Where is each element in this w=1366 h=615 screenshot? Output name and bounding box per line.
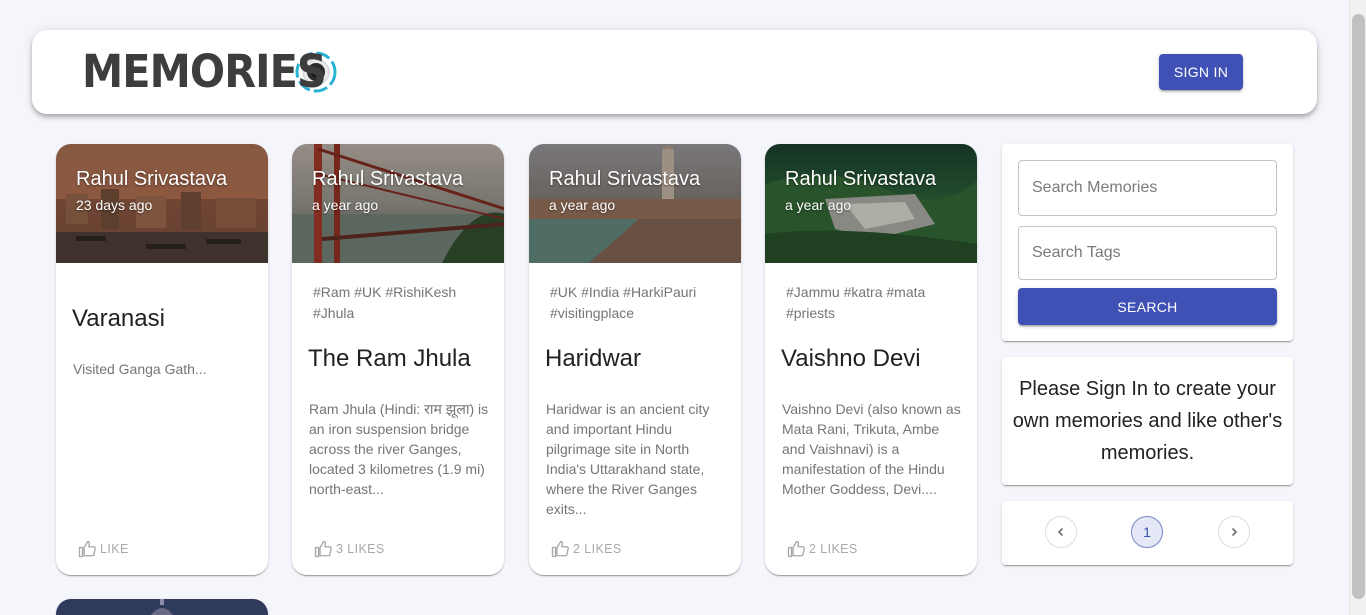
- memory-card[interactable]: [56, 599, 268, 615]
- card-message: Haridwar is an ancient city and importan…: [546, 401, 710, 517]
- thumb-up-icon: [314, 540, 332, 558]
- card-image: [56, 599, 268, 615]
- like-label: 3 LIKES: [336, 542, 385, 556]
- card-image: Rahul Srivastava a year ago: [292, 144, 504, 263]
- page-scrollbar[interactable]: [1349, 0, 1366, 615]
- card-title: The Ram Jhula: [308, 345, 471, 372]
- search-panel: Search Memories Search Tags SEARCH: [1002, 144, 1293, 341]
- card-image: Rahul Srivastava a year ago: [765, 144, 977, 263]
- card-time: a year ago: [785, 197, 852, 213]
- memory-card[interactable]: Rahul Srivastava a year ago #Ram #UK #Ri…: [292, 144, 504, 575]
- thumb-up-icon: [78, 540, 96, 558]
- scrollbar-thumb[interactable]: [1352, 14, 1365, 599]
- search-tags-input[interactable]: Search Tags: [1018, 226, 1277, 280]
- sign-in-button[interactable]: SIGN IN: [1159, 54, 1243, 90]
- card-tags: #Ram #UK #RishiKesh #Jhula: [313, 284, 457, 321]
- like-label: 2 LIKES: [809, 542, 858, 556]
- like-button[interactable]: 3 LIKES: [313, 540, 385, 558]
- card-time: 23 days ago: [76, 197, 153, 213]
- card-image: Rahul Srivastava a year ago: [529, 144, 741, 263]
- card-tags: #Jammu #katra #mata #priests: [786, 284, 926, 321]
- card-message: Visited Ganga Gath...: [73, 361, 207, 377]
- app-bar: MEMORIES SIGN IN: [32, 30, 1317, 114]
- card-author: Rahul Srivastava: [76, 168, 228, 190]
- like-button[interactable]: 2 LIKES: [550, 540, 622, 558]
- card-tags: #UK #India #HarkiPauri #visitingplace: [550, 284, 697, 321]
- sign-in-notice: Please Sign In to create your own memori…: [1002, 357, 1293, 485]
- like-label: 2 LIKES: [573, 542, 622, 556]
- memory-card[interactable]: Rahul Srivastava 23 days ago Varanasi Vi…: [56, 144, 268, 575]
- like-label: LIKE: [100, 542, 129, 556]
- like-button[interactable]: 2 LIKES: [786, 540, 858, 558]
- like-button[interactable]: LIKE: [77, 540, 129, 558]
- previous-page-button[interactable]: [1045, 516, 1077, 548]
- card-author: Rahul Srivastava: [785, 168, 937, 190]
- memory-card[interactable]: Rahul Srivastava a year ago #UK #India #…: [529, 144, 741, 575]
- card-author: Rahul Srivastava: [312, 168, 464, 190]
- thumb-up-icon: [551, 540, 569, 558]
- card-message: Ram Jhula (Hindi: राम झूला) is an iron s…: [309, 401, 489, 497]
- brand-title: MEMORIES: [82, 45, 327, 98]
- card-time: a year ago: [312, 197, 379, 213]
- card-author: Rahul Srivastava: [549, 168, 701, 190]
- next-page-button[interactable]: [1218, 516, 1250, 548]
- card-title: Varanasi: [72, 305, 165, 332]
- search-button[interactable]: SEARCH: [1018, 288, 1277, 325]
- sign-in-notice-text: Please Sign In to create your own memori…: [1012, 378, 1283, 464]
- page-button[interactable]: 1: [1131, 516, 1163, 548]
- brand[interactable]: MEMORIES: [82, 47, 338, 97]
- thumb-up-icon: [787, 540, 805, 558]
- search-memories-input[interactable]: Search Memories: [1018, 160, 1277, 216]
- chevron-left-icon: [1057, 527, 1064, 537]
- card-image: Rahul Srivastava 23 days ago: [56, 144, 268, 263]
- chevron-right-icon: [1231, 527, 1238, 537]
- card-title: Vaishno Devi: [781, 345, 921, 372]
- card-title: Haridwar: [545, 345, 642, 372]
- pagination: 1: [1002, 501, 1293, 565]
- card-message: Vaishno Devi (also known as Mata Rani, T…: [782, 401, 961, 497]
- card-time: a year ago: [549, 197, 616, 213]
- memory-card[interactable]: Rahul Srivastava a year ago #Jammu #katr…: [765, 144, 977, 575]
